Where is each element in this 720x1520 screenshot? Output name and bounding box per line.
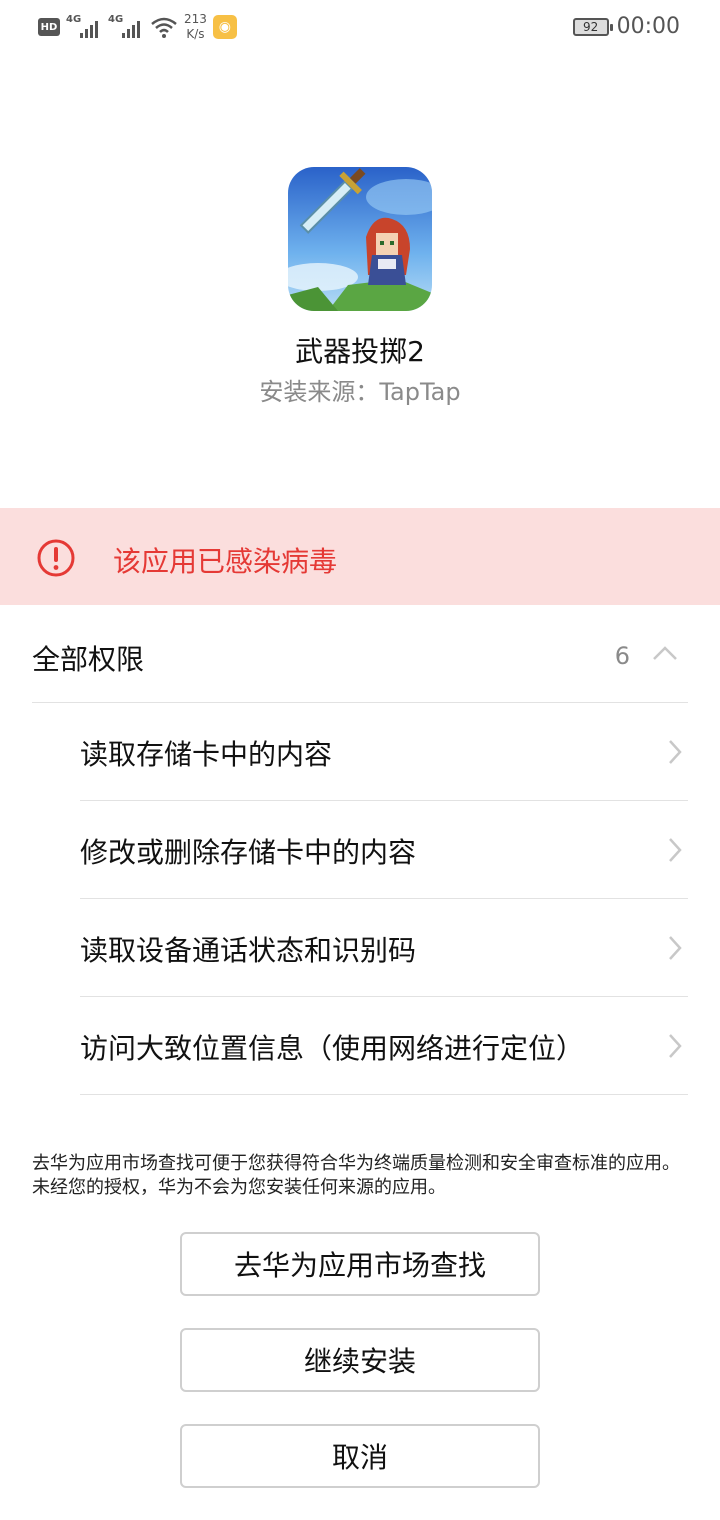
- wifi-icon: [151, 17, 177, 38]
- status-bar-left: HD 4G 4G 213 K/s ◉: [38, 12, 237, 42]
- chevron-right-icon: [669, 936, 682, 960]
- permission-label: 访问大致位置信息（使用网络进行定位）: [80, 1032, 585, 1065]
- go-to-app-market-button[interactable]: 去华为应用市场查找: [180, 1232, 540, 1296]
- permission-item[interactable]: 访问大致位置信息（使用网络进行定位）: [80, 997, 688, 1095]
- signal-icon: 4G: [66, 14, 102, 40]
- permission-item[interactable]: 读取设备通话状态和识别码: [80, 899, 688, 997]
- cancel-button[interactable]: 取消: [180, 1424, 540, 1488]
- permission-label: 读取设备通话状态和识别码: [80, 934, 417, 967]
- permission-label: 修改或删除存储卡中的内容: [80, 836, 417, 869]
- hd-icon: HD: [38, 18, 60, 36]
- virus-warning-text: 该应用已感染病毒: [113, 545, 338, 578]
- chevron-right-icon: [669, 838, 682, 862]
- market-notice: 去华为应用市场查找可便于您获得符合华为终端质量检测和安全审查标准的应用。未经您的…: [32, 1153, 680, 1198]
- chevron-up-icon: [653, 646, 677, 660]
- battery-icon: 92: [572, 17, 613, 36]
- clock: 00:00: [616, 14, 680, 39]
- speed-value: 213: [184, 12, 207, 26]
- status-bar-right: 92 00:00: [572, 14, 680, 39]
- signal-icon: 4G: [108, 14, 144, 40]
- permissions-count: 6: [614, 642, 630, 670]
- network-type-label: 4G: [66, 14, 82, 25]
- notification-app-icon: ◉: [212, 15, 237, 39]
- battery-level: 92: [582, 19, 599, 34]
- install-source: 安装来源：TapTap: [259, 378, 461, 406]
- permissions-title: 全部权限: [32, 643, 145, 676]
- network-type-label: 4G: [108, 14, 124, 25]
- app-icon: [288, 167, 432, 311]
- continue-install-button[interactable]: 继续安装: [180, 1328, 540, 1392]
- network-speed: 213 K/s: [184, 12, 207, 42]
- permission-label: 读取存储卡中的内容: [80, 738, 333, 771]
- chevron-right-icon: [669, 1034, 682, 1058]
- speed-unit: K/s: [186, 27, 205, 41]
- all-permissions-toggle[interactable]: 全部权限 6: [32, 620, 688, 703]
- status-bar: HD 4G 4G 213 K/s ◉ 92 00:00: [0, 0, 720, 64]
- virus-warning-banner: 该应用已感染病毒: [0, 508, 720, 605]
- alert-icon: [37, 539, 75, 577]
- permission-list: 读取存储卡中的内容 修改或删除存储卡中的内容 读取设备通话状态和识别码 访问大致…: [80, 703, 688, 1095]
- app-name: 武器投掷2: [295, 335, 425, 368]
- chevron-right-icon: [669, 740, 682, 764]
- permission-item[interactable]: 读取存储卡中的内容: [80, 703, 688, 801]
- permission-item[interactable]: 修改或删除存储卡中的内容: [80, 801, 688, 899]
